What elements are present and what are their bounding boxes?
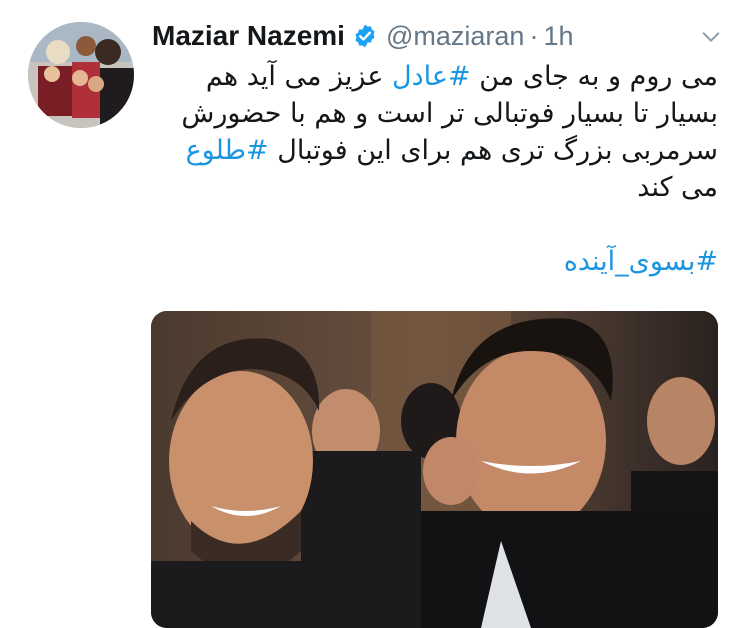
avatar[interactable] (28, 22, 134, 128)
separator-dot: · (529, 20, 539, 51)
user-handle[interactable]: @maziaran (386, 21, 524, 52)
hashtag-link[interactable]: #بسوی_آینده (564, 246, 718, 277)
hashtag-link[interactable]: #عادل (392, 61, 471, 92)
tweet-text: می روم و به جای من #عادل عزیز می آید هم … (152, 58, 718, 280)
tweet-line: سرمربی بزرگ تری هم برای این فوتبال #طلوع (185, 135, 718, 166)
tweet-line: #بسوی_آینده (152, 243, 718, 280)
tweet-header: Maziar Nazemi @maziaran · 1h (152, 14, 728, 58)
timestamp[interactable]: 1h (543, 21, 573, 52)
verified-check-icon (355, 24, 375, 48)
tweet-photo[interactable] (151, 311, 718, 628)
tweet-line: می روم و به جای من #عادل عزیز می آید هم (205, 61, 718, 92)
chevron-down-icon[interactable] (700, 26, 722, 48)
tweet-line: بسیار تا بسیار فوتبالی تر است و هم با حض… (181, 98, 718, 129)
display-name[interactable]: Maziar Nazemi (152, 20, 345, 52)
tweet-line: می کند (637, 172, 718, 203)
hashtag-link[interactable]: #طلوع (186, 135, 269, 166)
